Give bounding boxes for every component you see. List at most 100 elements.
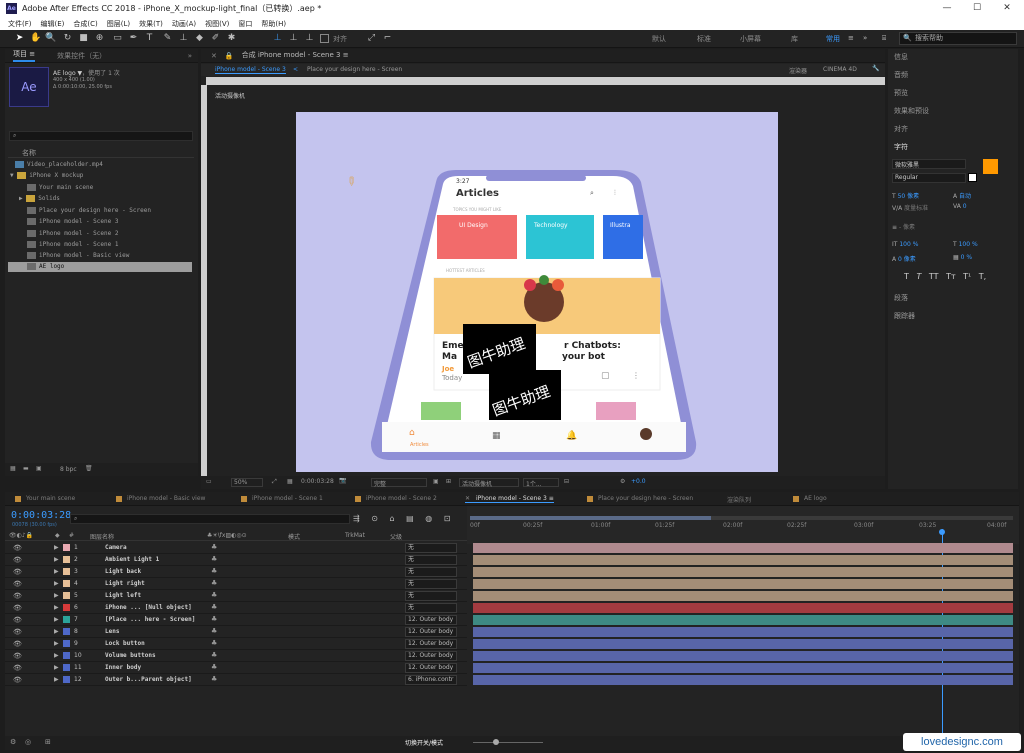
resolution-icon[interactable]: ▭ (206, 478, 212, 485)
project-row[interactable]: ▶ Solids (19, 194, 60, 204)
eye-icon[interactable]: 👁 (13, 628, 22, 636)
layer-row[interactable]: 👁 ▶ 6 iPhone ... [Null object] ♣ 无 (5, 602, 467, 614)
parent-dropdown[interactable]: 12. Outer body (405, 615, 457, 625)
parent-dropdown[interactable]: 无 (405, 591, 457, 601)
column-header-name[interactable]: 名称 (8, 148, 194, 158)
grid-nav-icon[interactable]: ▦ (492, 431, 501, 441)
project-row[interactable]: iPhone model - Scene 1 (27, 240, 118, 250)
maximize-button[interactable]: ☐ (962, 0, 992, 17)
toggle-icon[interactable]: ⊟ (564, 478, 569, 485)
layer-duration-bar[interactable] (473, 591, 1013, 601)
camera-tool-icon[interactable]: ■ (78, 33, 89, 44)
eye-icon[interactable]: 👁 (13, 544, 22, 552)
fill-color-swatch[interactable] (983, 159, 998, 174)
tab-composition[interactable]: 合成 iPhone model - Scene 3 ≡ (242, 50, 349, 61)
layer-row[interactable]: 👁 ▶ 3 Light back ♣ 无 (5, 566, 467, 578)
workspace-menu-icon[interactable]: ≡ (848, 34, 854, 42)
layer-name[interactable]: iPhone ... [Null object] (105, 604, 192, 611)
parent-dropdown[interactable]: 12. Outer body (405, 663, 457, 673)
layer-row[interactable]: 👁 ▶ 1 Camera ♣ 无 (5, 542, 467, 554)
menu-help[interactable]: 帮助(H) (261, 19, 286, 29)
interpret-footage-icon[interactable]: ▦ (10, 465, 16, 472)
eye-icon[interactable]: 👁 (13, 652, 22, 660)
layer-duration-bar[interactable] (473, 663, 1013, 673)
tl-timecode[interactable]: 0:00:03:28 (11, 510, 71, 521)
comp-viewer[interactable]: 3:27 Articles ⌕ ⫶ TOPICS YOU MIGHT LIKE … (296, 112, 778, 472)
roto-brush-tool-icon[interactable]: ✐ (210, 33, 221, 44)
parent-dropdown[interactable]: 12. Outer body (405, 627, 457, 637)
layer-duration-bar[interactable] (473, 639, 1013, 649)
layer-row[interactable]: 👁 ▶ 12 Outer b...Parent object] ♣ 6. iPhone.c… (5, 674, 467, 686)
snap-checkbox[interactable] (320, 34, 329, 43)
shy-icon[interactable]: ♣ (211, 603, 217, 611)
sync-settings-icon[interactable]: ⌸ (882, 34, 886, 43)
selection-tool-icon[interactable]: ➤ (14, 33, 25, 44)
toggle-switches-icon[interactable]: ◎ (25, 738, 31, 746)
layer-name[interactable]: Lock button (105, 640, 145, 647)
panel-info[interactable]: 信息 (894, 52, 908, 62)
bell-nav-icon[interactable]: 🔔 (566, 430, 577, 441)
quality-dropdown[interactable]: 完整 (371, 478, 427, 488)
menu-layer[interactable]: 图层(L) (107, 19, 130, 29)
minimize-button[interactable]: — (932, 0, 962, 17)
panel-effects-presets[interactable]: 效果和预设 (894, 106, 929, 116)
eye-icon[interactable]: 👁 (13, 616, 22, 624)
exposure-value[interactable]: +0.0 (631, 478, 646, 485)
eye-icon[interactable]: 👁 (13, 592, 22, 600)
pan-behind-tool-icon[interactable]: ⊕ (94, 33, 105, 44)
local-axis-icon[interactable]: ⊥ (272, 33, 283, 44)
expand-icon[interactable]: ▶ (54, 676, 59, 683)
label-color[interactable] (63, 568, 70, 575)
exposure-icon[interactable]: ⚙ (620, 478, 625, 485)
new-folder-icon[interactable]: ▬ (23, 465, 29, 472)
layer-name[interactable]: Ambient Light 1 (105, 556, 159, 563)
more-icon[interactable]: ⋮ (632, 371, 640, 380)
parent-dropdown[interactable]: 无 (405, 543, 457, 553)
eye-icon[interactable]: 👁 (13, 568, 22, 576)
layer-duration-bar[interactable] (473, 675, 1013, 685)
label-color[interactable] (63, 580, 70, 587)
project-row[interactable]: ▼ iPhone X mockup (10, 171, 83, 181)
leading-field[interactable]: A 自动 (953, 191, 971, 200)
parent-dropdown[interactable]: 无 (405, 567, 457, 577)
expand-icon[interactable]: ▶ (54, 616, 59, 623)
toggle-modes-label[interactable]: 切换开关/模式 (405, 738, 443, 747)
label-color[interactable] (63, 628, 70, 635)
kerning-field[interactable]: V/A 度量标准 (892, 203, 928, 212)
expand-icon[interactable]: ▶ (54, 628, 59, 635)
shy-icon[interactable]: ♣ (211, 651, 217, 659)
shy-icon[interactable]: ♣ (211, 639, 217, 647)
subtab-scene3[interactable]: iPhone model - Scene 3 (215, 66, 286, 74)
tracking-field[interactable]: VA 0 (953, 203, 967, 210)
menu-edit[interactable]: 编辑(E) (41, 19, 65, 29)
comp-flowchart-icon[interactable]: ⚙ (10, 738, 16, 746)
fullscreen-icon[interactable]: ⤢ (272, 478, 277, 486)
layer-duration-bar[interactable] (473, 603, 1013, 613)
layer-row[interactable]: 👁 ▶ 8 Lens ♣ 12. Outer body (5, 626, 467, 638)
label-color[interactable] (63, 604, 70, 611)
layer-duration-bar[interactable] (473, 555, 1013, 565)
layer-name[interactable]: Outer b...Parent object] (105, 676, 192, 683)
hand-tool-icon[interactable]: ✋ (30, 33, 41, 44)
clone-stamp-tool-icon[interactable]: ⊥ (178, 33, 189, 44)
layer-row[interactable]: 👁 ▶ 10 Volume buttons ♣ 12. Outer body (5, 650, 467, 662)
profile-nav-avatar[interactable] (640, 428, 652, 440)
shy-icon[interactable]: ♣ (211, 615, 217, 623)
layer-name[interactable]: Camera (105, 544, 127, 551)
menu-view[interactable]: 视图(V) (205, 19, 229, 29)
eraser-tool-icon[interactable]: ◆ (194, 33, 205, 44)
puppet-tool-icon[interactable]: ✱ (226, 33, 237, 44)
layer-name[interactable]: Light back (105, 568, 141, 575)
eye-icon[interactable]: 👁 (13, 664, 22, 672)
shy-icon[interactable]: ♣ (211, 543, 217, 551)
lock-icon[interactable]: 🔒 (225, 52, 234, 60)
shy-icon[interactable]: ♣ (211, 591, 217, 599)
tl-tab-render-queue[interactable]: 渲染队列 (727, 495, 751, 504)
tl-tab[interactable]: iPhone model - Scene 1 (241, 495, 323, 502)
rectangle-tool-icon[interactable]: ▭ (112, 33, 123, 44)
font-family-dropdown[interactable]: 微软雅黑 (892, 159, 966, 169)
shy-icon[interactable]: ♣ (211, 675, 217, 683)
label-color[interactable] (63, 676, 70, 683)
panel-audio[interactable]: 音频 (894, 70, 908, 80)
views-count-dropdown[interactable]: 1个... (523, 478, 559, 488)
